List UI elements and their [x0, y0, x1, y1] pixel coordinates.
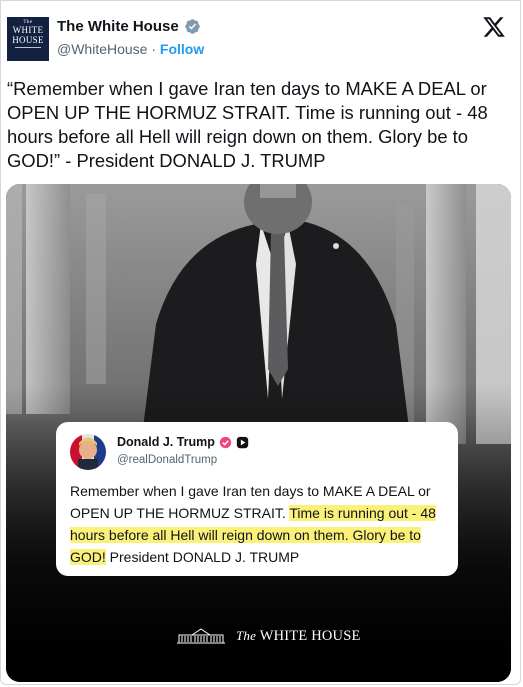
quote-avatar	[70, 434, 106, 470]
tweet-embed: The WHITE HOUSE The White House @WhiteHo…	[0, 0, 521, 685]
white-house-logo: The WHITE HOUSE	[176, 626, 361, 646]
x-logo-icon[interactable]	[482, 15, 506, 39]
separator: ·	[151, 41, 157, 57]
pink-badge-icon	[219, 436, 232, 448]
white-house-wordmark: The WHITE HOUSE	[236, 627, 361, 644]
avatar-divider	[15, 47, 41, 48]
handle[interactable]: @WhiteHouse	[57, 41, 147, 57]
tweet-media[interactable]: Donald J. Trump @realDonaldTrump Remembe…	[6, 184, 511, 682]
display-name[interactable]: The White House	[57, 18, 179, 35]
tweet-text: “Remember when I gave Iran ten days to M…	[7, 78, 488, 171]
truth-social-icon	[236, 436, 249, 448]
avatar-text-line2: HOUSE	[12, 35, 44, 45]
follow-button[interactable]: Follow	[160, 41, 204, 57]
quote-text: Remember when I gave Iran ten days to MA…	[70, 480, 452, 568]
quote-handle: @realDonaldTrump	[117, 454, 218, 466]
quote-text-tail: President DONALD J. TRUMP	[105, 549, 300, 565]
white-house-building-icon	[177, 628, 225, 644]
quote-name: Donald J. Trump	[117, 435, 215, 449]
verified-badge-icon	[184, 19, 200, 34]
quote-name-row: Donald J. Trump	[117, 435, 249, 449]
avatar[interactable]: The WHITE HOUSE	[7, 17, 49, 61]
tweet-header: The WHITE HOUSE The White House @WhiteHo…	[1, 1, 520, 73]
name-row: The White House	[57, 18, 201, 35]
avatar-text-line1: WHITE	[12, 25, 44, 35]
handle-row: @WhiteHouse · Follow	[57, 41, 204, 57]
quote-card: Donald J. Trump @realDonaldTrump Remembe…	[56, 422, 458, 576]
